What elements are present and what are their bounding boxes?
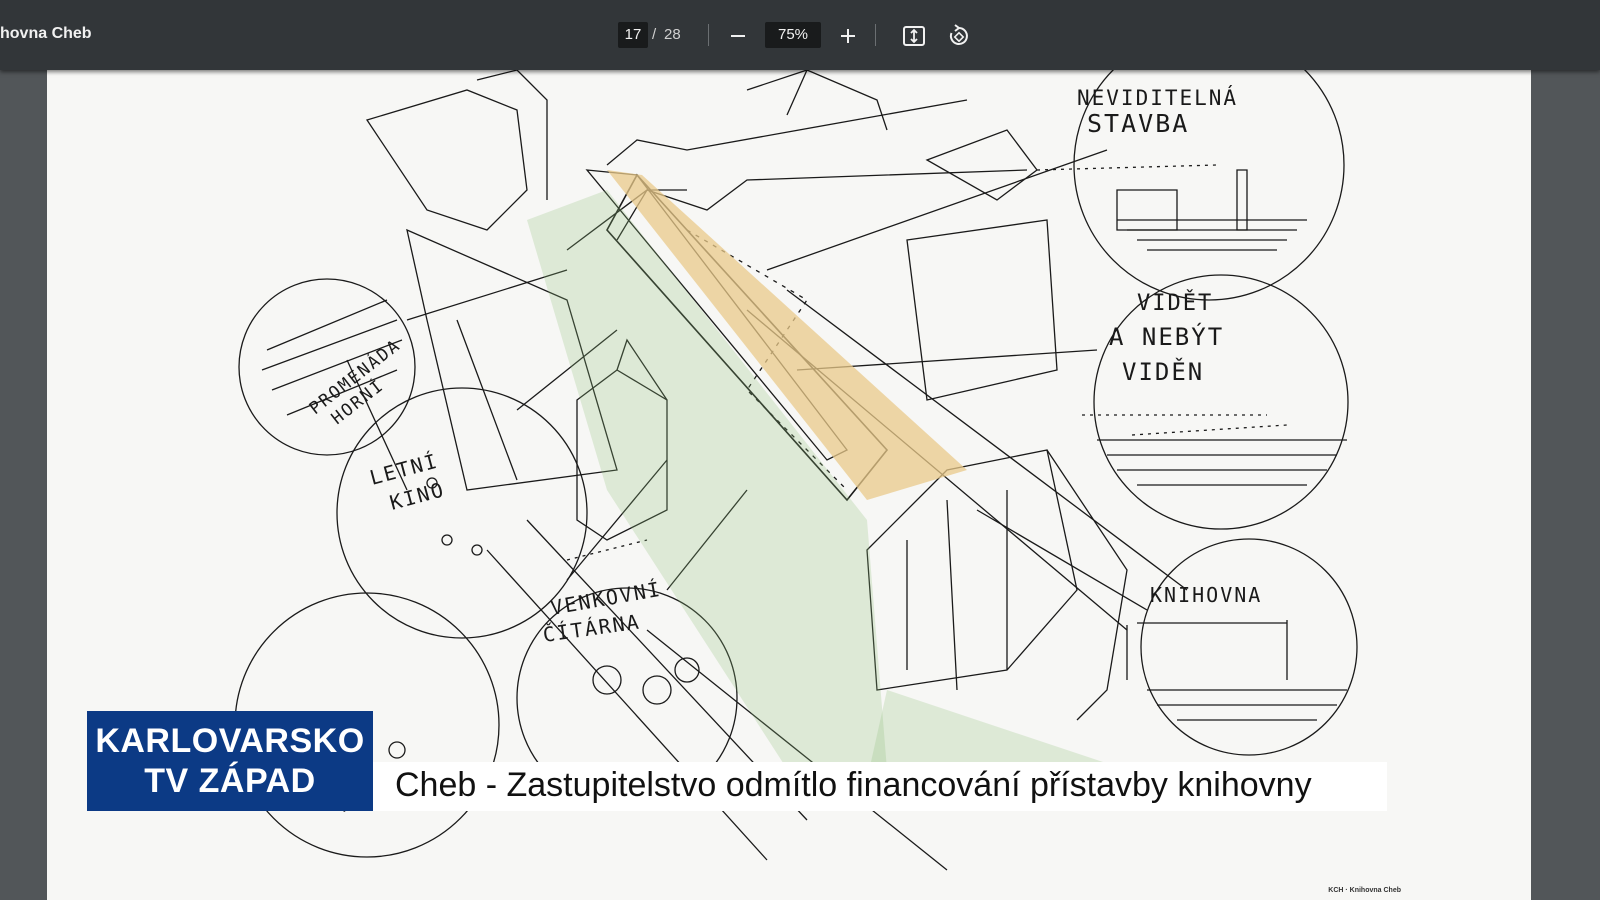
zoom-level-input[interactable]: 75%: [765, 22, 821, 48]
logo-line-2: TV ZÁPAD: [144, 762, 316, 800]
rotate-icon: [949, 24, 968, 45]
plus-icon: [841, 29, 855, 43]
zoom-out-button[interactable]: [724, 22, 752, 50]
toolbar-divider: [875, 24, 876, 46]
label-nevi-2: STAVBA: [1087, 109, 1189, 138]
label-knihovna: KNIHOVNA: [1150, 583, 1262, 607]
news-caption: Cheb - Zastupitelstvo odmítlo financován…: [395, 766, 1312, 804]
logo-line-1: KARLOVARSKO: [95, 722, 365, 760]
label-videt-1: VIDĚT: [1137, 290, 1213, 316]
label-videt-2: A NEBÝT: [1109, 322, 1224, 351]
minus-icon: [731, 35, 745, 37]
page-total: 28: [664, 26, 681, 43]
news-caption-bar: Cheb - Zastupitelstvo odmítlo financován…: [373, 762, 1387, 811]
pdf-toolbar: hovna Cheb 17 / 28 75%: [0, 0, 1600, 70]
toolbar-divider: [708, 24, 709, 46]
fit-page-icon: [903, 26, 925, 46]
zoom-in-button[interactable]: [834, 22, 862, 50]
rotate-button[interactable]: [945, 22, 973, 50]
page-footer: KCH · Knihovna Cheb: [1328, 887, 1401, 894]
tv-station-logo: KARLOVARSKO TV ZÁPAD: [87, 711, 373, 811]
page-separator: /: [652, 26, 657, 43]
page-number-input[interactable]: 17: [618, 22, 648, 48]
document-title: hovna Cheb: [0, 25, 92, 42]
label-videt-3: VIDĚN: [1122, 357, 1204, 386]
fit-page-button[interactable]: [900, 22, 928, 50]
label-nevi-1: NEVIDITELNÁ: [1077, 85, 1238, 110]
